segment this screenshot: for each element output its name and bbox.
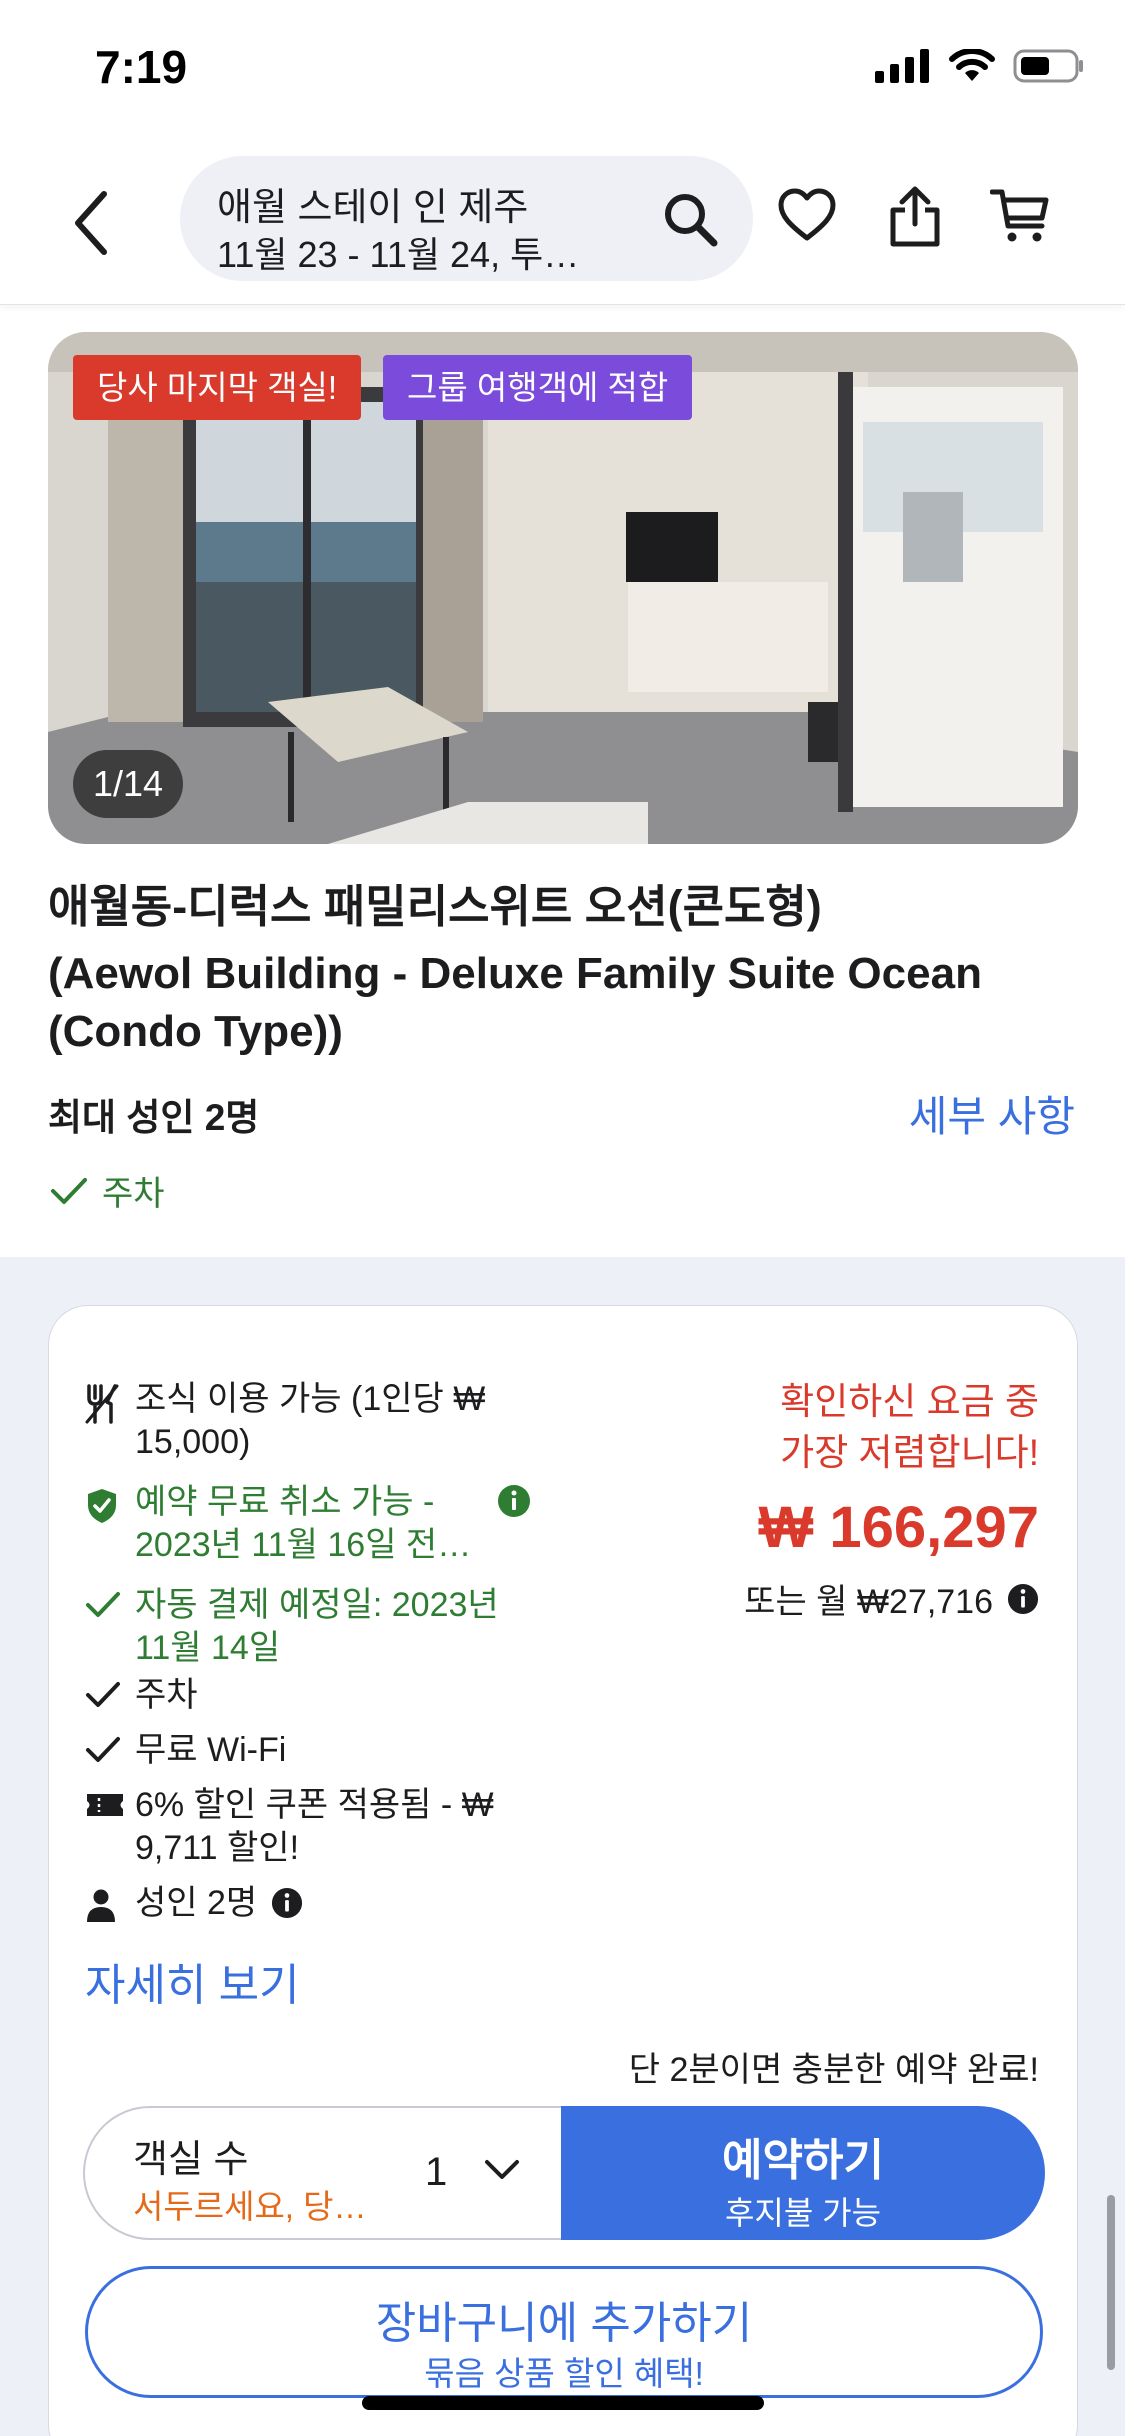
person-icon: [87, 1889, 115, 1922]
check-icon: [86, 1682, 120, 1707]
feature-parking: 주차: [85, 1674, 515, 1717]
feature-text: 무료 Wi-Fi: [135, 1731, 287, 1769]
feature-guests: 성인 2명: [85, 1882, 303, 1925]
room-count-hint: 서두르세요, 당…: [133, 2188, 367, 2225]
book-button-label: 예약하기: [722, 2136, 884, 2185]
info-icon[interactable]: [497, 1484, 531, 1518]
home-indicator[interactable]: [362, 2396, 764, 2410]
last-room-badge: 당사 마지막 객실!: [73, 355, 362, 420]
feature-text: 주차: [135, 1676, 198, 1714]
feature-text: 조식 이용 가능 (1인당 ₩ 15,000): [135, 1380, 486, 1461]
info-icon[interactable]: [1007, 1583, 1039, 1615]
feature-coupon: 6% 할인 쿠폰 적용됨 - ₩ 9,711 할인!: [85, 1784, 515, 1870]
room-count-selector[interactable]: 객실 수 서두르세요, 당… 1: [83, 2106, 561, 2240]
room-amenity-parking: 주차: [50, 1166, 165, 1215]
favorite-button[interactable]: [778, 188, 836, 247]
group-travel-badge: 그룹 여행객에 적합: [383, 355, 693, 420]
add-to-cart-sub: 묶음 상품 할인 혜택!: [424, 2355, 704, 2392]
status-icons: [875, 48, 1085, 84]
feature-auto-payment: 자동 결제 예정일: 2023년 11월 14일: [85, 1584, 515, 1670]
rate-offer-card: 조식 이용 가능 (1인당 ₩ 15,000) 예약 무료 취소 가능 - 20…: [48, 1305, 1078, 2436]
photo-counter: 1/14: [73, 750, 184, 818]
add-to-cart-label: 장바구니에 추가하기: [375, 2299, 753, 2348]
feature-text: 자동 결제 예정일: 2023년 11월 14일: [135, 1586, 499, 1667]
feature-text: 예약 무료 취소 가능 - 2023년 11월 16일 전…: [135, 1483, 472, 1564]
feature-text: 성인 2명: [135, 1884, 258, 1922]
scrollbar[interactable]: [1107, 2195, 1115, 2370]
check-icon: [86, 1737, 120, 1762]
book-button[interactable]: 예약하기 후지불 가능: [561, 2106, 1045, 2240]
chevron-down-icon: [485, 2160, 519, 2179]
lowest-price-note: 확인하신 요금 중 가장 저렴합니다!: [780, 1376, 1039, 1478]
room-details-link[interactable]: 세부 사항: [909, 1083, 1075, 1144]
share-icon: [890, 186, 940, 247]
check-icon: [51, 1177, 87, 1204]
heart-icon: [778, 188, 836, 241]
room-capacity: 최대 성인 2명: [48, 1097, 260, 1138]
lowest-price-note-line2: 가장 저렴합니다!: [780, 1432, 1039, 1473]
utensils-icon: [85, 1384, 119, 1424]
cellular-signal-icon: [875, 49, 929, 83]
wifi-icon: [949, 49, 995, 81]
chevron-left-icon: [75, 191, 107, 255]
total-price: ₩ 166,297: [758, 1495, 1039, 1560]
battery-icon: [1013, 49, 1083, 83]
header-bar: 애월 스테이 인 제주 11월 23 - 11월 24, 투…: [0, 150, 1125, 305]
shield-check-icon: [88, 1489, 116, 1523]
add-to-cart-button[interactable]: 장바구니에 추가하기 묶음 상품 할인 혜택!: [85, 2266, 1043, 2398]
share-button[interactable]: [888, 186, 942, 253]
search-dates: 11월 23 - 11월 24, 투…: [217, 234, 580, 275]
book-button-sub: 후지불 가능: [724, 2195, 882, 2231]
search-destination: 애월 스테이 인 제주: [217, 187, 529, 229]
feature-free-cancellation: 예약 무료 취소 가능 - 2023년 11월 16일 전…: [85, 1481, 515, 1567]
info-icon[interactable]: [271, 1887, 303, 1919]
room-count-label: 객실 수: [133, 2139, 249, 2181]
see-more-link[interactable]: 자세히 보기: [85, 1949, 300, 2013]
shopping-cart-icon: [989, 189, 1049, 242]
status-time: 7:19: [95, 41, 188, 93]
feature-text: 6% 할인 쿠폰 적용됨 - ₩ 9,711 할인!: [135, 1786, 494, 1867]
room-subtitle: (Aewol Building - Deluxe Family Suite Oc…: [48, 949, 982, 1056]
room-title: 애월동-디럭스 패밀리스위트 오션(콘도형): [48, 881, 822, 932]
status-bar: 7:19: [0, 0, 1125, 140]
ticket-icon: [87, 1794, 123, 1816]
search-icon: [665, 194, 718, 247]
search-summary-pill[interactable]: 애월 스테이 인 제주 11월 23 - 11월 24, 투…: [180, 156, 753, 281]
monthly-price-text: 또는 월 ₩27,716: [744, 1583, 993, 1621]
parking-label: 주차: [102, 1175, 165, 1213]
back-button[interactable]: [70, 188, 130, 268]
quick-booking-note: 단 2분이면 충분한 예약 완료!: [628, 2051, 1039, 2089]
room-photo[interactable]: 당사 마지막 객실! 그룹 여행객에 적합 1/14: [48, 332, 1078, 844]
lowest-price-note-line1: 확인하신 요금 중: [780, 1381, 1039, 1422]
monthly-price: 또는 월 ₩27,716: [744, 1574, 1039, 1623]
cart-button[interactable]: [989, 188, 1050, 249]
feature-wifi: 무료 Wi-Fi: [85, 1729, 515, 1772]
room-count-value: 1: [425, 2150, 448, 2194]
feature-breakfast: 조식 이용 가능 (1인당 ₩ 15,000): [85, 1378, 515, 1464]
check-icon: [86, 1592, 120, 1617]
